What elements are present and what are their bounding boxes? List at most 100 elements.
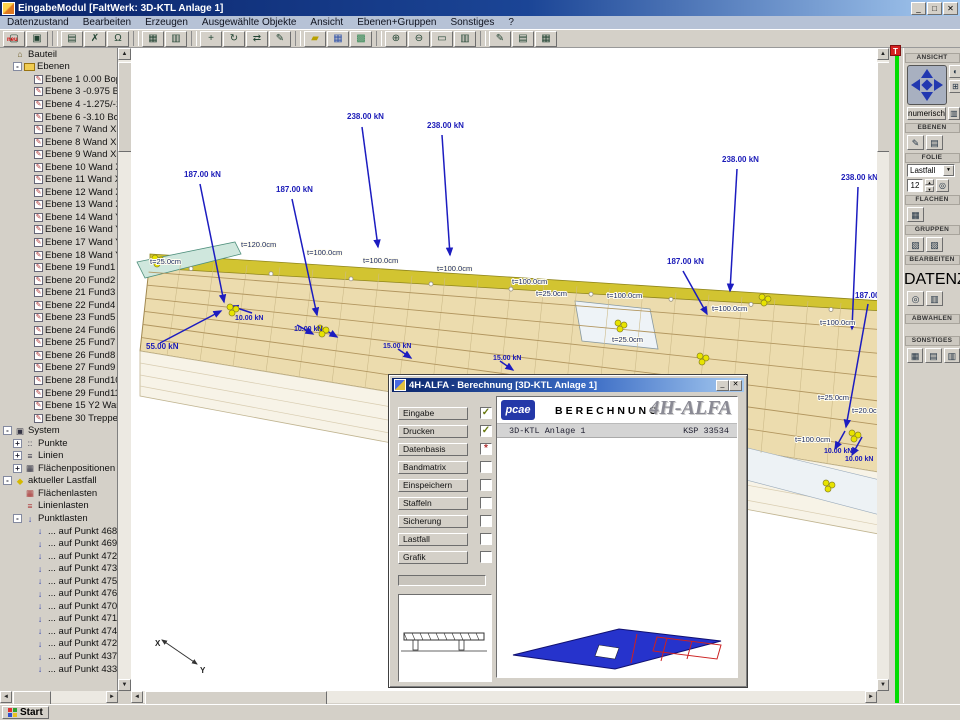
calculator-button[interactable]: ▦ (535, 31, 557, 47)
dialog-step-eingabe[interactable]: Eingabe (398, 407, 468, 420)
tree-item[interactable]: ↓... auf Punkt 471 (0, 613, 117, 626)
spin-up-icon[interactable]: ▲ (925, 179, 934, 185)
tree-horizontal-scrollbar[interactable]: ◄ ► (0, 691, 118, 703)
menu-ausgew-hlte-objekte[interactable]: Ausgewählte Objekte (195, 17, 304, 28)
scroll-right-icon[interactable]: ► (865, 691, 877, 703)
tree-item[interactable]: +▦Flächenpositionen (0, 462, 117, 475)
tree-item[interactable]: ✎Ebene 23 Fund5 (0, 311, 117, 324)
tree-item[interactable]: ✎Ebene 16 Wand Y3 (0, 224, 117, 237)
tree-item[interactable]: ✎Ebene 3 -0.975 Bop (0, 86, 117, 99)
tree-item[interactable]: +≡Linien (0, 450, 117, 463)
tree-item[interactable]: ↓... auf Punkt 476 (0, 588, 117, 601)
tree-item[interactable]: ✎Ebene 7 Wand X1 (0, 123, 117, 136)
expand-icon[interactable]: + (13, 439, 22, 448)
dialog-step-lastfall[interactable]: Lastfall (398, 533, 468, 546)
scroll-left-icon[interactable]: ◄ (131, 691, 143, 703)
dialog-step-checkbox[interactable] (480, 533, 492, 545)
tree-item[interactable]: ↓... auf Punkt 475 (0, 575, 117, 588)
tree-item[interactable]: ⌂Bauteil (0, 48, 117, 61)
tree-item[interactable]: ✎Ebene 14 Wand Y1 (0, 211, 117, 224)
tree-item[interactable]: ✎Ebene 24 Fund6 (0, 324, 117, 337)
tree-item[interactable]: ✎Ebene 18 Wand Y5 (0, 249, 117, 262)
collapse-icon[interactable]: - (13, 62, 22, 71)
tree-item[interactable]: ✎Ebene 30 Treppenl (0, 412, 117, 425)
dialog-step-checkbox[interactable]: * (480, 443, 492, 455)
dialog-step-checkbox[interactable]: ✓ (480, 425, 492, 437)
menu-sonstiges[interactable]: Sonstiges (443, 17, 501, 28)
datenzustand-save-button[interactable]: ▥ (926, 291, 943, 306)
tree-item[interactable]: ✎Ebene 26 Fund8 (0, 349, 117, 362)
spin-down-icon[interactable]: ▼ (925, 186, 934, 192)
rotate-button[interactable]: ↻ (223, 31, 245, 47)
scrollbar-thumb[interactable] (145, 691, 327, 705)
dialog-step-checkbox[interactable] (480, 497, 492, 509)
rotate-up-icon[interactable] (921, 69, 933, 78)
tree-item[interactable]: -Ebenen (0, 61, 117, 74)
tree-item[interactable]: ✎Ebene 12 Wand X6 (0, 186, 117, 199)
canvas-right-scrollbar[interactable]: ▲ ▼ (877, 48, 889, 691)
expand-icon[interactable]: + (13, 464, 22, 473)
numeric-view-button[interactable]: numerisch (907, 107, 946, 120)
dialog-step-checkbox[interactable] (480, 461, 492, 473)
tree-item[interactable]: ✎Ebene 15 Y2 Wand T (0, 399, 117, 412)
datenzustand-check-button[interactable]: ◎ (907, 291, 924, 306)
rotate-left-icon[interactable] (911, 79, 920, 91)
tree-item[interactable]: -↓Punktlasten (0, 512, 117, 525)
menu-ansicht[interactable]: Ansicht (303, 17, 350, 28)
delete-button[interactable]: ✗ (84, 31, 106, 47)
slab-yellow-button[interactable]: ▰ (304, 31, 326, 47)
dialog-step-sicherung[interactable]: Sicherung (398, 515, 468, 528)
tree-item[interactable]: ↓... auf Punkt 474 (0, 625, 117, 638)
tree-item[interactable]: ✎Ebene 20 Fund2 (0, 274, 117, 287)
tree-item[interactable]: ✎Ebene 22 Fund4 (0, 299, 117, 312)
dialog-step-checkbox[interactable] (480, 551, 492, 563)
collapse-icon[interactable]: - (13, 514, 22, 523)
open-button[interactable]: ▣ (26, 31, 48, 47)
tree-item[interactable]: ✎Ebene 4 -1.275/-1.4 (0, 98, 117, 111)
tree-item[interactable]: ↓... auf Punkt 472 (0, 638, 117, 651)
tree-item[interactable]: ✎Ebene 25 Fund7 (0, 337, 117, 350)
tree-item[interactable]: ✎Ebene 19 Fund1 (0, 261, 117, 274)
draw-button[interactable]: ✎ (269, 31, 291, 47)
zoom-in-button[interactable]: ⊕ (385, 31, 407, 47)
gruppen-button-2[interactable]: ▨ (926, 237, 943, 252)
sonstiges-button-2[interactable]: ▤ (925, 348, 941, 363)
tree-item[interactable]: ↓... auf Punkt 473 (0, 562, 117, 575)
tree-item[interactable]: ✎Ebene 21 Fund3 (0, 286, 117, 299)
tree-item[interactable]: ↓... auf Punkt 472 (0, 550, 117, 563)
edit-ebenen-button[interactable]: ✎ (907, 135, 924, 150)
perspective-button[interactable]: ◐ (949, 65, 960, 78)
maximize-button[interactable]: □ (927, 2, 942, 15)
view-settings-button[interactable]: ▥ (948, 107, 960, 120)
rotate-right-icon[interactable] (934, 79, 943, 91)
zoom-out-button[interactable]: ⊖ (408, 31, 430, 47)
minimize-button[interactable]: _ (911, 2, 926, 15)
scroll-left-icon[interactable]: ◄ (0, 691, 12, 703)
sonstiges-button-3[interactable]: ▥ (944, 348, 960, 363)
expand-icon[interactable]: + (13, 451, 22, 460)
tree-item[interactable]: ✎Ebene 11 Wand X5 (0, 173, 117, 186)
move-button[interactable]: + (200, 31, 222, 47)
list-button[interactable]: ▥ (165, 31, 187, 47)
folie-zoom-button[interactable]: ◎ (936, 179, 949, 192)
tree-item[interactable]: ▦Flächenlasten (0, 487, 117, 500)
start-button[interactable]: Start (2, 706, 49, 719)
menu-bearbeiten[interactable]: Bearbeiten (76, 17, 138, 28)
dialog-step-staffeln[interactable]: Staffeln (398, 497, 468, 510)
tree-item[interactable]: ↓... auf Punkt 470 (0, 600, 117, 613)
tree-item[interactable]: ✎Ebene 1 0.00 Bopl. (0, 73, 117, 86)
undo-button[interactable]: Ω (107, 31, 129, 47)
dialog-step-bandmatrix[interactable]: Bandmatrix (398, 461, 468, 474)
tree-item[interactable]: -▣System (0, 424, 117, 437)
tree-item[interactable]: ✎Ebene 8 Wand X2 (0, 136, 117, 149)
dialog-step-checkbox[interactable]: ✓ (480, 407, 492, 419)
scroll-up-icon[interactable]: ▲ (118, 48, 131, 60)
dialog-minimize-button[interactable]: _ (716, 380, 729, 391)
reset-view-icon[interactable] (921, 79, 932, 90)
menu-?[interactable]: ? (501, 17, 521, 28)
scrollbar-thumb[interactable] (13, 691, 51, 705)
tree-item[interactable]: ✎Ebene 10 Wand X4 (0, 161, 117, 174)
view-rotation-compass[interactable] (907, 65, 947, 105)
canvas-left-scrollbar[interactable]: ▲ ▼ (118, 48, 131, 691)
close-button[interactable]: ✕ (943, 2, 958, 15)
